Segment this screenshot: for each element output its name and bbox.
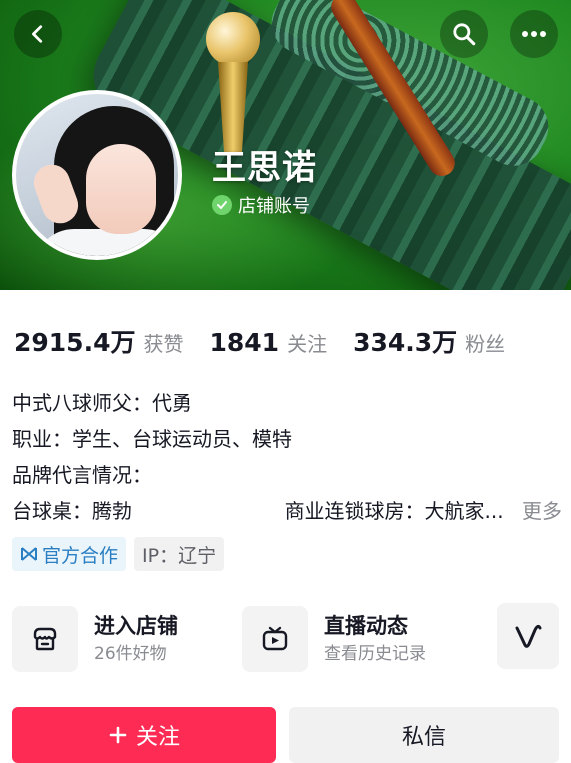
profile-tags: 官方合作 IP：辽宁: [12, 537, 225, 571]
message-button-label: 私信: [401, 725, 446, 750]
bio-line-left: 台球桌：腾勃: [12, 499, 132, 523]
search-icon: [453, 23, 476, 46]
plus-icon: [109, 726, 127, 744]
tv-icon: [242, 606, 308, 672]
shop-account-label: 店铺账号: [238, 196, 310, 217]
store-icon: [12, 606, 78, 672]
stat-label: 关注: [287, 332, 328, 356]
profile-banner: 王思诺 店铺账号: [0, 0, 571, 290]
stat-value: 334.3万: [353, 328, 458, 357]
official-partner-icon: [21, 547, 37, 561]
bio-more-link[interactable]: 更多: [522, 499, 562, 523]
bio-line: 中式八球师父：代勇: [12, 391, 192, 415]
back-button[interactable]: [14, 10, 62, 58]
message-button[interactable]: 私信: [289, 707, 559, 763]
official-partner-label: 官方合作: [42, 544, 119, 567]
follow-button-label: 关注: [135, 725, 180, 750]
bio-line: 台球桌：腾勃 商业连锁球房：大航家... 更多: [12, 493, 562, 529]
stat-likes[interactable]: 2915.4万 获赞: [14, 323, 183, 359]
chevron-left-icon: [32, 25, 43, 43]
verified-check-icon: [212, 195, 232, 215]
live-card-title: 直播动态: [324, 614, 408, 638]
profile-stats: 2915.4万 获赞 1841 关注 334.3万 粉丝: [14, 323, 531, 359]
stat-following[interactable]: 1841 关注: [209, 328, 327, 357]
bio-line: 职业：学生、台球运动员、模特: [12, 427, 292, 451]
store-card-title: 进入店铺: [94, 614, 178, 638]
store-card-subtitle: 26件好物: [94, 644, 167, 664]
ip-location-tag: IP：辽宁: [134, 537, 225, 571]
profile-name: 王思诺: [212, 148, 317, 188]
shop-account-badge[interactable]: 店铺账号: [212, 192, 310, 218]
stat-value: 2915.4万: [14, 328, 136, 357]
official-partner-tag[interactable]: 官方合作: [12, 537, 127, 571]
search-button[interactable]: [440, 10, 488, 58]
live-card-subtitle: 查看历史记录: [324, 644, 426, 664]
profile-bio: 中式八球师父：代勇 职业：学生、台球运动员、模特 品牌代言情况： 台球桌：腾勃 …: [12, 385, 562, 529]
more-dots-icon: [522, 31, 546, 37]
avatar[interactable]: [12, 90, 182, 260]
v-logo-icon: [515, 624, 542, 648]
follow-button[interactable]: 关注: [12, 707, 276, 763]
live-history-card[interactable]: 直播动态 查看历史记录: [242, 603, 426, 675]
store-entry-card[interactable]: 进入店铺 26件好物: [12, 603, 178, 675]
stat-label: 粉丝: [465, 332, 506, 356]
service-cards: 进入店铺 26件好物 直播动态 查看历史记录: [12, 603, 559, 675]
v-logo-button[interactable]: [497, 603, 559, 669]
stat-value: 1841: [209, 328, 280, 357]
more-button[interactable]: [510, 10, 558, 58]
stat-label: 获赞: [143, 332, 184, 356]
stat-followers[interactable]: 334.3万 粉丝: [353, 323, 505, 359]
bio-line: 品牌代言情况：: [12, 463, 152, 487]
bio-line-right: 商业连锁球房：大航家...: [284, 499, 504, 523]
